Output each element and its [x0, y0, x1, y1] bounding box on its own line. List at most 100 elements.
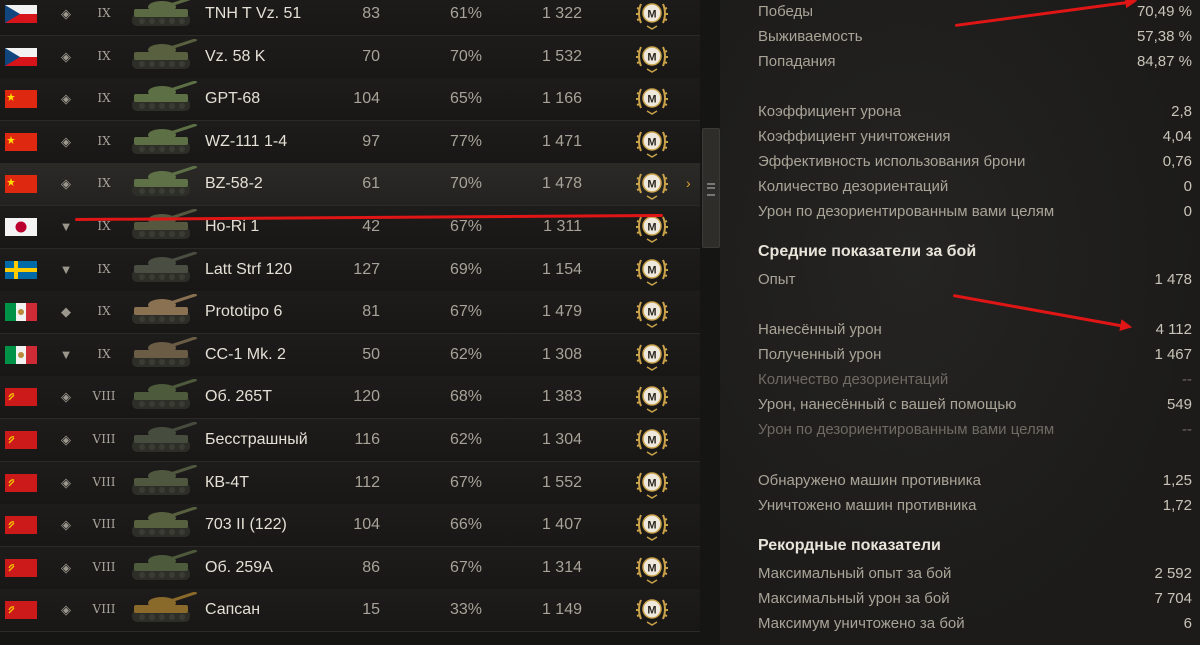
vehicle-row[interactable]: ▼ IX Latt Strf 120 127 69% 1 154 M [0, 248, 700, 292]
win-rate: 33% [449, 601, 482, 619]
vehicle-tier: VIII [92, 559, 116, 574]
scrollbar[interactable] [702, 128, 720, 248]
vehicle-name: Vz. 58 K [205, 47, 266, 65]
vehicle-tier: IX [97, 176, 111, 191]
win-rate: 77% [449, 132, 482, 150]
vehicle-name: GPT-68 [205, 90, 261, 108]
vehicle-row[interactable]: ◈ IX WZ-111 1-4 97 77% 1 471 M [0, 120, 700, 164]
nation-flag-icon [5, 473, 37, 492]
svg-text:M: M [647, 136, 656, 148]
stat-row: Урон, нанесённый с вашей помощью 549 [758, 396, 1192, 418]
vehicle-row[interactable]: ◆ IX Prototipo 6 81 67% 1 479 M [0, 291, 700, 335]
vehicle-row[interactable]: ◈ IX Vz. 58 K 70 70% 1 532 M [0, 35, 700, 79]
mastery-badge-icon: M [635, 127, 669, 159]
vehicle-row[interactable]: ◈ VIII Об. 259А 86 67% 1 314 M [0, 546, 700, 590]
average-experience: 1 552 [541, 473, 582, 491]
vehicle-row[interactable]: ◈ VIII КВ-4Т 112 67% 1 552 M [0, 461, 700, 505]
average-experience: 1 314 [541, 558, 582, 576]
vehicle-tier: IX [97, 346, 111, 361]
vehicle-name: Об. 259А [205, 558, 273, 576]
vehicle-row[interactable]: ◈ IX TNH T Vz. 51 83 61% 1 322 M [0, 0, 700, 36]
vehicle-tier: VIII [92, 474, 116, 489]
svg-text:M: M [647, 307, 656, 319]
average-experience: 1 478 [541, 175, 582, 193]
mastery-badge-icon: M [635, 0, 669, 31]
battles-count: 50 [362, 345, 380, 363]
vehicle-row[interactable]: ◈ IX BZ-58-2 61 70% 1 478 M › [0, 163, 700, 207]
stat-row: Максимальный урон за бой 7 704 [758, 590, 1192, 612]
stat-value: 0,76 [1162, 153, 1192, 170]
stat-label: Попадания [758, 53, 836, 70]
vehicle-row[interactable]: ▼ IX CC-1 Mk. 2 50 62% 1 308 M [0, 333, 700, 377]
average-experience: 1 308 [541, 345, 582, 363]
vehicle-row[interactable]: ◈ VIII Об. 265Т 120 68% 1 383 M [0, 376, 700, 420]
battles-count: 61 [362, 175, 380, 193]
stat-label: Победы [758, 3, 814, 20]
vehicle-class-icon: ◈ [61, 474, 71, 490]
vehicle-class-icon: ◈ [61, 48, 71, 64]
win-rate: 69% [449, 260, 482, 278]
tank-image [128, 250, 198, 288]
stat-value: 2,8 [1171, 103, 1192, 120]
stat-value: 57,38 % [1136, 28, 1192, 45]
vehicle-name: TNH T Vz. 51 [205, 5, 302, 22]
vehicle-class-icon: ▼ [59, 346, 73, 362]
tank-image [128, 208, 198, 245]
win-rate: 67% [449, 218, 482, 235]
average-experience: 1 149 [541, 601, 582, 619]
vehicle-class-icon: ◈ [61, 432, 71, 447]
scrollbar-grip-icon[interactable] [707, 183, 715, 196]
stat-row: Максимум уничтожено за бой 6 [758, 615, 1192, 637]
svg-text:M: M [647, 435, 656, 447]
stat-label: Урон по дезориентированным вами целям [758, 203, 1055, 220]
vehicle-tier: IX [97, 261, 111, 276]
nation-flag-icon [5, 132, 37, 151]
vehicle-name: Ho-Ri 1 [205, 218, 260, 235]
mastery-badge-icon: M [635, 297, 669, 329]
battles-count: 81 [362, 303, 380, 321]
stat-label: Максимальный урон за бой [758, 590, 950, 607]
win-rate: 67% [449, 303, 482, 321]
vehicle-name: 703 II (122) [205, 516, 287, 534]
battles-count: 70 [362, 47, 380, 65]
vehicle-row[interactable]: ▼ IX Ho-Ri 1 42 67% 1 311 M [0, 206, 700, 249]
stat-label: Уничтожено машин противника [758, 497, 977, 514]
stat-label: Максимум уничтожено за бой [758, 615, 965, 632]
vehicle-row[interactable]: ◈ VIII 703 II (122) 104 66% 1 407 M [0, 504, 700, 548]
stat-value: 0 [1183, 203, 1192, 220]
stat-row: Коэффициент урона 2,8 [758, 103, 1192, 125]
vehicle-row[interactable]: ◈ VIII Бесстрашный 116 62% 1 304 M [0, 419, 700, 462]
vehicle-tier: IX [97, 6, 111, 20]
battles-count: 104 [353, 90, 380, 108]
stat-label: Урон, нанесённый с вашей помощью [758, 396, 1017, 413]
win-rate: 70% [449, 175, 482, 193]
tank-image [128, 80, 198, 117]
tank-image [128, 293, 198, 330]
svg-text:M: M [647, 264, 656, 276]
average-experience: 1 479 [541, 303, 582, 321]
mastery-badge-icon: M [635, 553, 669, 585]
stat-value: 7 704 [1154, 590, 1192, 607]
win-rate: 67% [449, 473, 482, 491]
vehicle-class-icon: ◈ [61, 602, 71, 618]
mastery-badge-icon: M [635, 42, 669, 74]
average-experience: 1 166 [541, 90, 582, 108]
vehicle-row[interactable]: ◈ IX GPT-68 104 65% 1 166 M [0, 78, 700, 122]
battles-count: 127 [353, 260, 380, 278]
selected-chevron-icon: › [686, 175, 691, 192]
vehicle-name: Бесстрашный [205, 431, 308, 448]
win-rate: 70% [449, 47, 482, 65]
stat-row: Обнаружено машин противника 1,25 [758, 472, 1192, 494]
average-experience: 1 154 [541, 260, 582, 278]
tank-image [128, 591, 198, 628]
stat-label: Максимальный опыт за бой [758, 565, 952, 582]
battles-count: 83 [362, 5, 380, 22]
svg-text:M: M [647, 520, 656, 532]
stat-value: -- [1182, 371, 1192, 388]
nation-flag-icon [5, 516, 37, 535]
vehicle-class-icon: ◈ [61, 517, 71, 533]
nation-flag-icon [5, 601, 37, 620]
vehicle-row[interactable]: ◈ VIII Сапсан 15 33% 1 149 M [0, 589, 700, 633]
stat-label: Выживаемость [758, 28, 863, 45]
stat-value: 1 478 [1154, 271, 1192, 288]
